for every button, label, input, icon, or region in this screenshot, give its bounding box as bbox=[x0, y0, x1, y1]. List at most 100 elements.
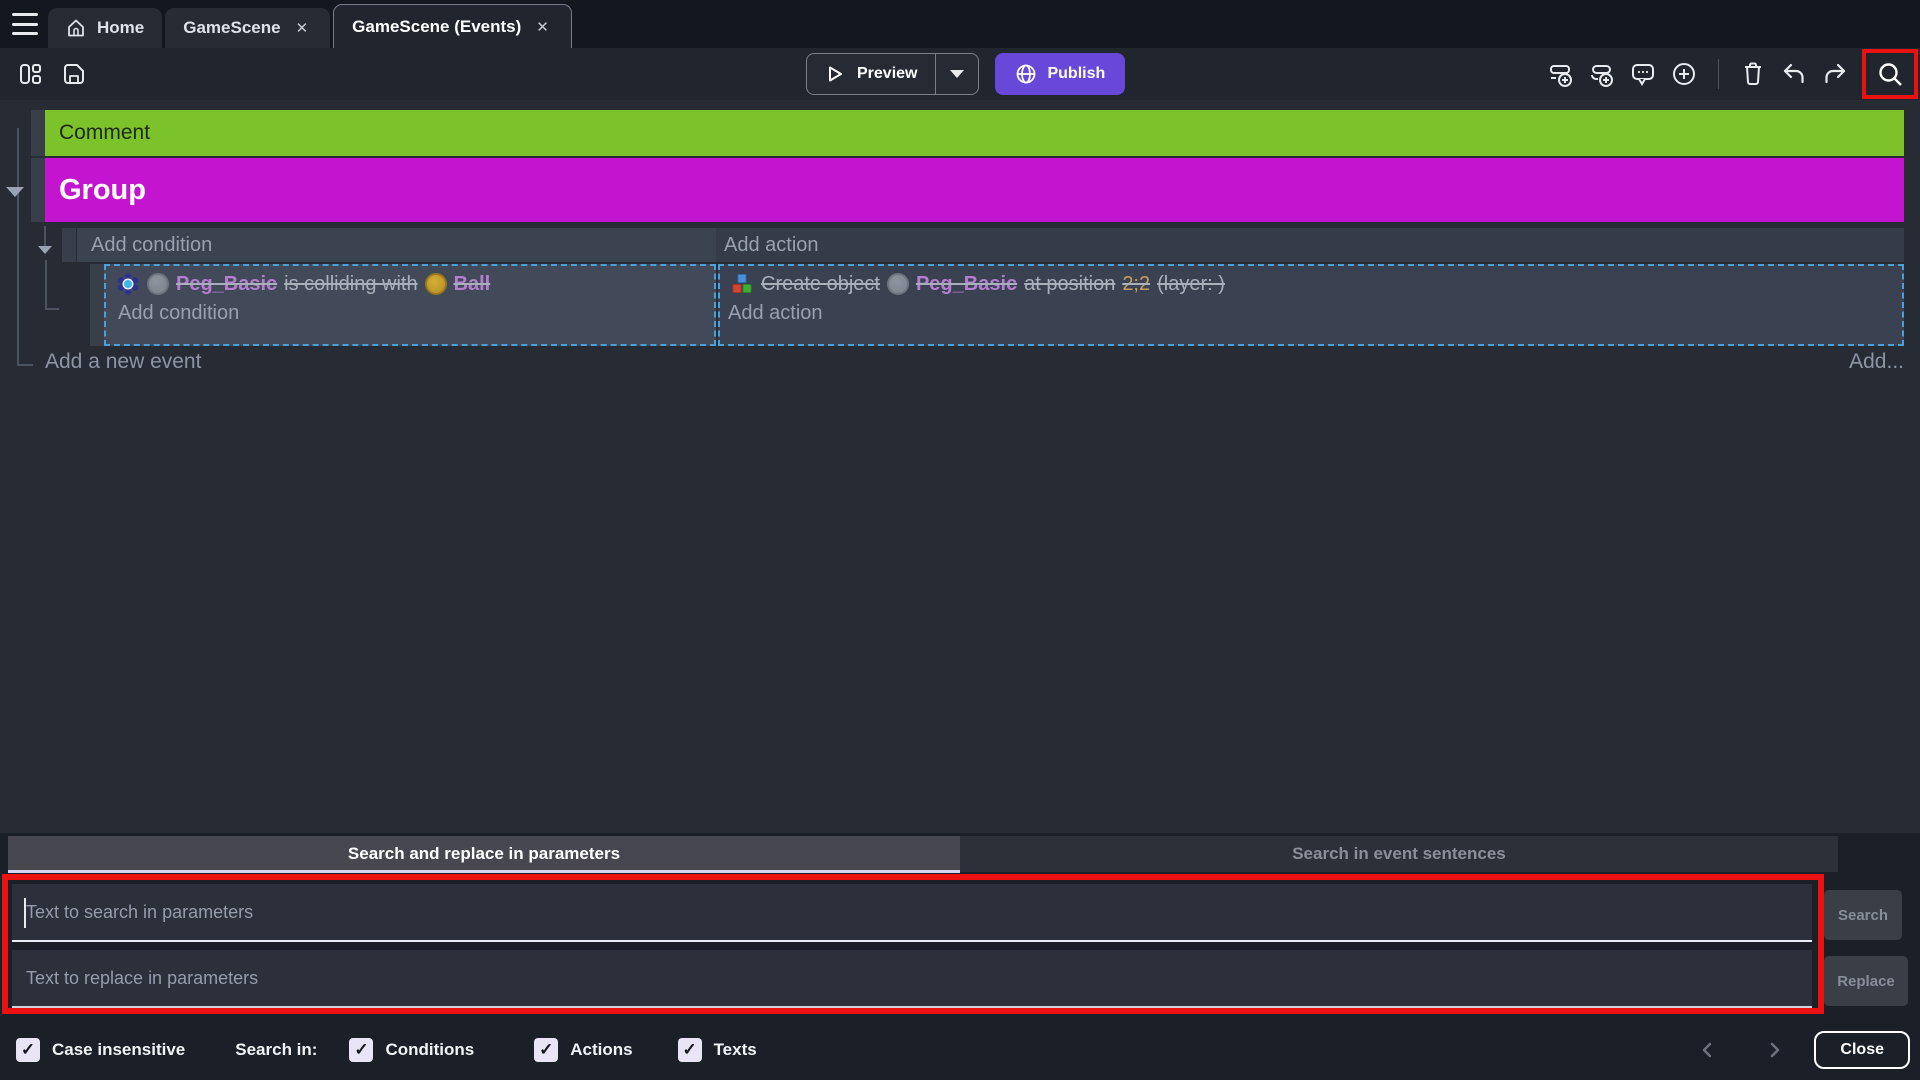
replace-button[interactable]: Replace bbox=[1824, 956, 1908, 1006]
conditions-label: Conditions bbox=[385, 1040, 474, 1060]
tab-home[interactable]: Home bbox=[48, 8, 162, 48]
add-new-event-link[interactable]: Add a new event bbox=[45, 350, 201, 374]
event-expander-stem bbox=[44, 226, 46, 246]
close-button[interactable]: Close bbox=[1814, 1031, 1910, 1069]
search-input[interactable] bbox=[12, 884, 1812, 942]
texts-label: Texts bbox=[714, 1040, 757, 1060]
event-expander-icon[interactable] bbox=[38, 246, 52, 254]
add-circle-icon[interactable] bbox=[1670, 60, 1698, 88]
case-insensitive-checkbox[interactable]: ✓ bbox=[16, 1038, 40, 1062]
preview-button-main[interactable]: Preview bbox=[807, 54, 935, 94]
action-position-value: 2;2 bbox=[1122, 273, 1150, 296]
toolbar-right bbox=[1547, 48, 1920, 100]
subevent-guide-vertical bbox=[45, 260, 47, 310]
tab-search-event-sentences[interactable]: Search in event sentences bbox=[960, 836, 1838, 872]
add-action-link[interactable]: Add action bbox=[720, 298, 1902, 325]
annotation-search-icon-highlight bbox=[1862, 49, 1918, 99]
preview-dropdown-button[interactable] bbox=[936, 54, 978, 94]
close-icon[interactable]: ✕ bbox=[532, 16, 553, 38]
group-drag-handle[interactable] bbox=[31, 158, 45, 222]
search-button[interactable]: Search bbox=[1824, 890, 1902, 940]
search-options-row: ✓ Case insensitive Search in: ✓ Conditio… bbox=[0, 1020, 1920, 1080]
globe-icon bbox=[1015, 63, 1037, 85]
peg-object-thumbnail bbox=[887, 273, 909, 295]
publish-label: Publish bbox=[1047, 65, 1105, 83]
group-event-row[interactable]: Group bbox=[45, 158, 1904, 222]
undo-icon[interactable] bbox=[1780, 60, 1808, 88]
selected-event-conditions[interactable]: Peg_Basic is colliding with Ball Add con… bbox=[104, 264, 716, 346]
search-in-label: Search in: bbox=[235, 1040, 317, 1060]
tab-gamescene[interactable]: GameScene ✕ bbox=[165, 8, 330, 48]
add-action-link[interactable]: Add action bbox=[716, 228, 1904, 262]
hamburger-menu-icon[interactable] bbox=[12, 13, 38, 35]
check-icon: ✓ bbox=[21, 1040, 35, 1060]
check-icon: ✓ bbox=[682, 1040, 696, 1060]
preview-label: Preview bbox=[857, 65, 917, 83]
peg-object-thumbnail bbox=[147, 273, 169, 295]
tree-guide-corner bbox=[17, 364, 33, 366]
group-expander-icon[interactable] bbox=[6, 187, 24, 197]
actions-checkbox[interactable]: ✓ bbox=[534, 1038, 558, 1062]
action-sentence[interactable]: Create object Peg_Basic at position 2;2 … bbox=[720, 266, 1902, 298]
home-icon bbox=[66, 18, 86, 38]
tab-gamescene-events[interactable]: GameScene (Events) ✕ bbox=[333, 4, 572, 48]
add-button[interactable]: Add... bbox=[1849, 350, 1904, 374]
toggle-panels-icon[interactable] bbox=[16, 60, 44, 88]
add-condition-link[interactable]: Add condition bbox=[77, 228, 716, 262]
action-object: Peg_Basic bbox=[916, 273, 1017, 296]
comment-text: Comment bbox=[59, 121, 150, 145]
action-text1: Create object bbox=[761, 273, 880, 296]
save-icon[interactable] bbox=[60, 60, 88, 88]
check-icon: ✓ bbox=[354, 1040, 368, 1060]
text-cursor bbox=[24, 898, 26, 928]
preview-button[interactable]: Preview bbox=[806, 53, 979, 95]
tab-search-event-sentences-label: Search in event sentences bbox=[1292, 844, 1506, 864]
subevent-drag-handle[interactable] bbox=[90, 264, 104, 346]
toolbar-divider bbox=[1718, 59, 1719, 89]
add-event-icon[interactable] bbox=[1547, 60, 1575, 88]
toolbar: Preview Publish bbox=[0, 48, 1920, 100]
toolbar-left bbox=[16, 48, 88, 100]
add-condition-label: Add condition bbox=[91, 234, 212, 257]
conditions-checkbox[interactable]: ✓ bbox=[349, 1038, 373, 1062]
tab-strip: Home GameScene ✕ GameScene (Events) ✕ bbox=[48, 4, 575, 48]
search-panel: Search and replace in parameters Search … bbox=[0, 833, 1920, 1080]
condition-object2: Ball bbox=[454, 273, 491, 296]
add-button-label: Add... bbox=[1849, 350, 1904, 373]
event-drag-handle[interactable] bbox=[62, 228, 76, 262]
add-subevent-icon[interactable] bbox=[1588, 60, 1616, 88]
create-object-icon bbox=[730, 272, 754, 296]
top-tab-bar: Home GameScene ✕ GameScene (Events) ✕ bbox=[0, 0, 1920, 48]
events-sheet: Comment Group Add condition Add action P… bbox=[0, 100, 1920, 833]
tab-search-replace-parameters-label: Search and replace in parameters bbox=[348, 844, 620, 864]
condition-object1: Peg_Basic bbox=[176, 273, 277, 296]
texts-checkbox[interactable]: ✓ bbox=[678, 1038, 702, 1062]
next-result-button[interactable] bbox=[1764, 1040, 1784, 1060]
subevent-guide-corner bbox=[45, 308, 59, 310]
trash-icon[interactable] bbox=[1739, 60, 1767, 88]
selected-event-actions[interactable]: Create object Peg_Basic at position 2;2 … bbox=[718, 264, 1904, 346]
tree-guide-vertical bbox=[17, 128, 19, 366]
add-new-event-label: Add a new event bbox=[45, 350, 201, 373]
tab-search-replace-parameters[interactable]: Search and replace in parameters bbox=[8, 836, 960, 872]
search-icon[interactable] bbox=[1876, 60, 1904, 88]
condition-text: is colliding with bbox=[284, 273, 417, 296]
replace-input[interactable] bbox=[12, 950, 1812, 1008]
comment-drag-handle[interactable] bbox=[31, 110, 45, 156]
previous-result-button[interactable] bbox=[1698, 1040, 1718, 1060]
add-action-label: Add action bbox=[728, 302, 823, 324]
publish-button[interactable]: Publish bbox=[995, 53, 1125, 95]
group-title: Group bbox=[59, 174, 146, 207]
add-comment-icon[interactable] bbox=[1629, 60, 1657, 88]
close-icon[interactable]: ✕ bbox=[292, 17, 313, 39]
toolbar-center: Preview Publish bbox=[806, 53, 1125, 95]
add-condition-label: Add condition bbox=[118, 302, 239, 324]
add-condition-link[interactable]: Add condition bbox=[106, 298, 714, 325]
comment-event-row[interactable]: Comment bbox=[45, 110, 1904, 156]
collision-condition-icon bbox=[116, 272, 140, 296]
check-icon: ✓ bbox=[539, 1040, 553, 1060]
redo-icon[interactable] bbox=[1821, 60, 1849, 88]
chevron-down-icon bbox=[950, 70, 964, 78]
condition-sentence[interactable]: Peg_Basic is colliding with Ball bbox=[106, 266, 714, 298]
play-icon bbox=[825, 64, 845, 84]
